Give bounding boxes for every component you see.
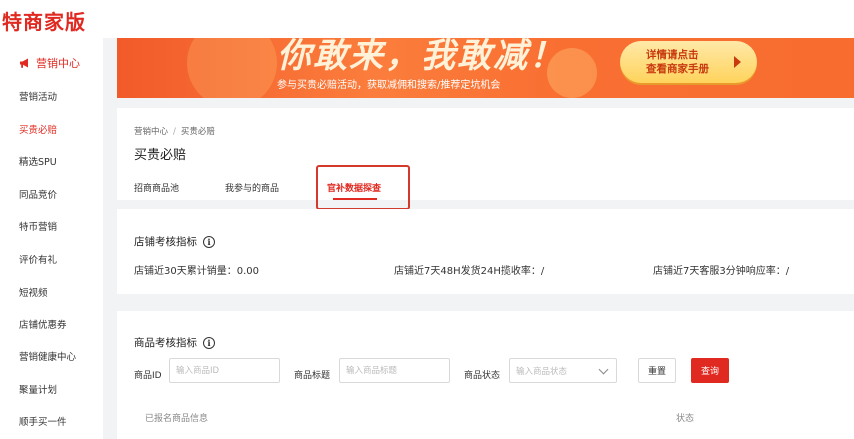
sidebar-item-label: 买贵必赔 [19, 125, 58, 136]
cta-line-1: 详情请点击 [646, 49, 699, 61]
sidebar-header-label: 营销中心 [36, 57, 80, 70]
page-title: 买贵必赔 [134, 148, 187, 163]
megaphone-icon [19, 57, 31, 69]
query-button[interactable]: 查询 [691, 358, 729, 383]
sidebar-item-label: 特币营销 [19, 222, 58, 233]
sidebar-item-coin-marketing[interactable]: 特币营销 [0, 214, 103, 238]
chevron-down-icon [598, 364, 609, 375]
product-status-select[interactable]: 输入商品状态 [509, 358, 617, 383]
metric-service-response: 店铺近7天客服3分钟响应率：/ [653, 266, 790, 277]
product-id-label: 商品ID [134, 371, 162, 381]
top-bar: 特商家版 [0, 0, 854, 38]
page-header-card: 营销中心 / 买贵必赔 买贵必赔 招商商品池 我参与的商品 官补数据探查 [117, 108, 854, 200]
column-header-status: 状态 [676, 414, 695, 424]
active-tab-indicator [333, 198, 377, 200]
sidebar-item-selected-spu[interactable]: 精选SPU [0, 149, 103, 173]
breadcrumb-item-marketing-center[interactable]: 营销中心 [134, 127, 168, 137]
sidebar-item-label: 顺手买一件 [19, 417, 67, 428]
sidebar-header-marketing-center[interactable]: 营销中心 [0, 48, 103, 78]
metric-shipping-rate: 店铺近7天48H发货24H揽收率：/ [394, 266, 545, 277]
sidebar-item-label: 店铺优惠券 [19, 320, 67, 331]
sidebar-item-short-video[interactable]: 短视频 [0, 280, 103, 304]
sidebar-item-review-gift[interactable]: 评价有礼 [0, 247, 103, 271]
product-id-input[interactable] [169, 358, 280, 383]
promo-banner[interactable]: 你敢来，我敢减！ 参与买贵必赔活动，获取减佣和搜索/推荐定坑机会 详情请点击 查… [117, 38, 854, 98]
sidebar-item-label: 聚量计划 [19, 385, 58, 396]
product-title-label: 商品标题 [294, 371, 331, 381]
product-metrics-title: 商品考核指标 i [134, 335, 215, 350]
sidebar-item-label: 短视频 [19, 288, 48, 299]
breadcrumb-separator: / [173, 127, 176, 137]
sidebar-item-marketing-health[interactable]: 营销健康中心 [0, 344, 103, 368]
sidebar-item-label: 营销健康中心 [19, 352, 77, 363]
sidebar-item-volume-plan[interactable]: 聚量计划 [0, 377, 103, 401]
sidebar-item-price-guarantee[interactable]: 买贵必赔 [0, 117, 103, 141]
sidebar-item-label: 营销活动 [19, 92, 58, 103]
breadcrumb-item-current: 买贵必赔 [180, 127, 215, 137]
sidebar-item-buy-one-more[interactable]: 顺手买一件 [0, 409, 103, 433]
reset-button[interactable]: 重置 [638, 358, 676, 383]
merchant-manual-button[interactable]: 详情请点击 查看商家手册 [620, 41, 757, 83]
sidebar-item-label: 精选SPU [19, 157, 57, 168]
cta-line-2: 查看商家手册 [646, 63, 709, 75]
section-title-text: 商品考核指标 [134, 337, 197, 349]
tab-bar: 招商商品池 我参与的商品 官补数据探查 [117, 178, 854, 200]
select-placeholder: 输入商品状态 [516, 367, 568, 377]
shop-metrics-card: 店铺考核指标 i 店铺近30天累计销量：0.00 店铺近7天48H发货24H揽收… [117, 209, 854, 294]
tab-merchant-product-pool[interactable]: 招商商品池 [134, 181, 179, 194]
sidebar-item-store-coupon[interactable]: 店铺优惠券 [0, 312, 103, 336]
breadcrumb: 营销中心 / 买贵必赔 [134, 125, 215, 137]
cta-text: 详情请点击 查看商家手册 [646, 48, 709, 76]
product-metrics-card: 商品考核指标 i 商品ID 商品标题 商品状态 输入商品状态 重置 查询 已报名… [117, 311, 854, 439]
shop-metrics-title: 店铺考核指标 i [134, 234, 215, 249]
product-title-input[interactable] [339, 358, 450, 383]
tab-my-products[interactable]: 我参与的商品 [225, 181, 279, 194]
column-header-product-info: 已报名商品信息 [145, 414, 209, 424]
banner-headline: 你敢来，我敢减！ [277, 38, 565, 76]
info-icon[interactable]: i [203, 235, 215, 248]
sidebar-item-label: 同品竞价 [19, 190, 58, 201]
section-title-text: 店铺考核指标 [134, 236, 197, 248]
sidebar-item-label: 评价有礼 [19, 255, 58, 266]
sidebar: 营销中心 营销活动 买贵必赔 精选SPU 同品竞价 特币营销 评价有礼 短视频 … [0, 38, 103, 439]
sidebar-item-marketing-activities[interactable]: 营销活动 [0, 84, 103, 108]
info-icon[interactable]: i [203, 336, 215, 349]
app-logo[interactable]: 特商家版 [2, 6, 86, 35]
product-status-label: 商品状态 [464, 371, 501, 381]
metric-30day-sales: 店铺近30天累计销量：0.00 [134, 266, 259, 277]
banner-decoration [187, 38, 277, 98]
play-arrow-icon [734, 56, 741, 68]
tab-subsidy-data[interactable]: 官补数据探查 [327, 181, 381, 194]
sidebar-item-price-competition[interactable]: 同品竞价 [0, 182, 103, 206]
banner-subline: 参与买贵必赔活动，获取减佣和搜索/推荐定坑机会 [277, 80, 501, 91]
